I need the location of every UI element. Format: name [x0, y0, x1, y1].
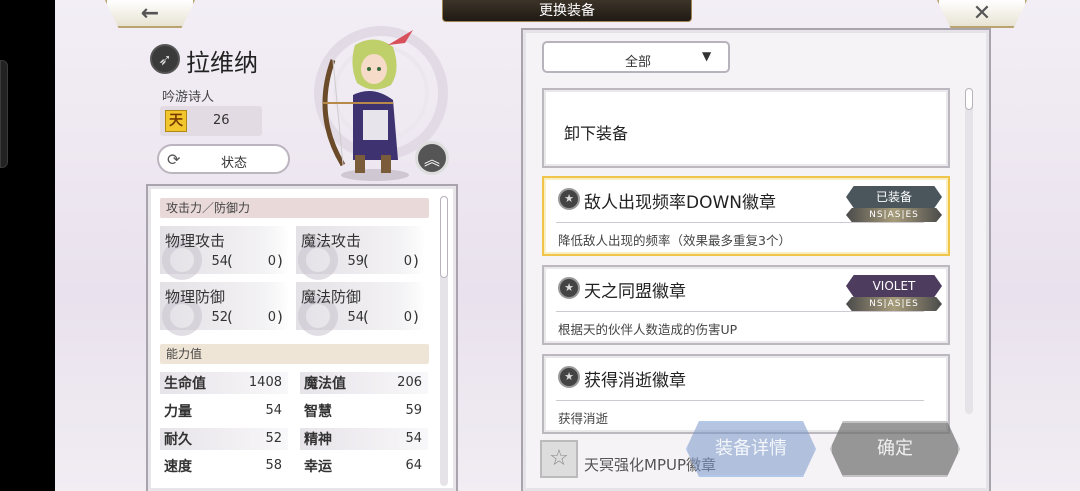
ability-hp: 生命值 1408 [164, 371, 282, 395]
stat-bonus: 0 [267, 310, 276, 325]
status-button[interactable]: ⟳ 状态 [157, 144, 290, 174]
stat-base: 52 [211, 310, 228, 325]
ability-value: 54 [265, 403, 282, 418]
stat-label: 魔法攻击 [301, 232, 362, 250]
ability-value: 59 [405, 403, 422, 418]
status-button-label: 状态 [221, 156, 248, 171]
paren-close: ) [277, 308, 283, 326]
ability-str: 力量 54 [164, 399, 282, 423]
ability-mp: 魔法值 206 [304, 371, 422, 395]
bow-class-icon: ➶ [150, 44, 180, 74]
equipment-scrollbar[interactable] [965, 88, 973, 414]
paren-close: ) [413, 308, 419, 326]
ability-label: 力量 [164, 404, 192, 420]
paren-close: ) [413, 252, 419, 270]
unequip-label: 卸下装备 [564, 124, 629, 143]
paren-close: ) [277, 252, 283, 270]
expand-button[interactable]: ︽ [415, 141, 449, 175]
ability-label: 精神 [304, 432, 332, 448]
star-badge-icon: ★ [558, 366, 580, 388]
item-name: 敌人出现频率DOWN徽章 [584, 193, 776, 213]
ability-value: 206 [397, 375, 422, 390]
level-box: 天 26 [160, 106, 262, 136]
item-name: 获得消逝徽章 [584, 371, 686, 391]
ability-spd: 速度 58 [164, 454, 282, 478]
stat-bonus: 0 [403, 254, 412, 269]
ability-value: 58 [265, 458, 282, 473]
stat-label: 物理攻击 [165, 232, 226, 250]
stat-bonus: 0 [403, 310, 412, 325]
magic-defense-cell: 魔法防御 54 ( 0 ) [296, 282, 426, 336]
item-name: 天之同盟徽章 [584, 282, 686, 302]
character-level: 26 [213, 113, 230, 128]
ability-value: 64 [405, 458, 422, 473]
double-chevron-up-icon: ︽ [423, 150, 440, 169]
ability-value: 52 [265, 431, 282, 446]
divider [556, 222, 924, 223]
character-class: 吟游诗人 [162, 90, 215, 105]
ability-label: 速度 [164, 459, 192, 475]
attack-defense-header: 攻击力／防御力 [160, 198, 429, 218]
star-outline-icon: ☆ [540, 440, 578, 478]
item-description: 根据天的伙伴人数造成的伤害UP [558, 322, 738, 337]
divider [556, 400, 924, 401]
stat-base: 59 [347, 254, 364, 269]
stats-scroll-thumb[interactable] [440, 196, 448, 278]
divider [556, 311, 924, 312]
ability-wis: 智慧 59 [304, 399, 422, 423]
character-name: 拉维纳 [186, 49, 258, 77]
unequip-button[interactable]: 卸下装备 [542, 88, 950, 168]
paren-open: ( [363, 308, 369, 326]
star-badge-icon: ★ [558, 188, 580, 210]
equipment-detail-button[interactable]: 装备详情 [686, 421, 816, 477]
page-title: 更换装备 [442, 0, 692, 22]
stat-base: 54 [347, 310, 364, 325]
equip-item-card[interactable]: ★ 敌人出现频率DOWN徽章 已装备 NS|AS|ES 降低敌人出现的频率（效果… [542, 176, 950, 256]
item-description: 获得消逝 [558, 411, 609, 426]
paren-open: ( [363, 252, 369, 270]
equipped-tag: 已装备 [846, 186, 942, 208]
item-description: 降低敌人出现的频率（效果最多重复3个） [558, 233, 791, 248]
ability-vit: 耐久 52 [164, 427, 282, 451]
back-button[interactable]: ← [105, 0, 195, 28]
ability-label: 生命值 [164, 376, 206, 392]
device-notch [0, 60, 8, 168]
ability-value: 54 [405, 431, 422, 446]
magic-attack-cell: 魔法攻击 59 ( 0 ) [296, 226, 426, 280]
ability-label: 智慧 [304, 404, 332, 420]
stat-bonus: 0 [267, 254, 276, 269]
rank-icon: 天 [165, 110, 187, 132]
device-left-bezel [0, 0, 55, 491]
equipment-scroll-thumb[interactable] [965, 88, 973, 110]
close-button[interactable]: ✕ [937, 0, 1027, 28]
paren-open: ( [227, 308, 233, 326]
physical-attack-cell: 物理攻击 54 ( 0 ) [160, 226, 290, 280]
stat-base: 54 [211, 254, 228, 269]
ability-luk: 幸运 64 [304, 454, 422, 478]
slot-tag: NS|AS|ES [846, 297, 942, 311]
refresh-icon: ⟳ [167, 150, 181, 169]
filter-dropdown[interactable]: 全部 ▼ [542, 41, 730, 73]
stat-label: 物理防御 [165, 288, 226, 306]
ability-label: 耐久 [164, 432, 192, 448]
ability-value: 1408 [248, 375, 282, 390]
stat-label: 魔法防御 [301, 288, 362, 306]
ability-label: 幸运 [304, 459, 332, 475]
close-icon: ✕ [972, 0, 992, 26]
back-arrow-icon: ← [140, 0, 160, 26]
ability-header: 能力值 [160, 344, 429, 364]
triangle-down-icon: ▼ [702, 49, 712, 63]
confirm-button[interactable]: 确定 [830, 421, 960, 477]
physical-defense-cell: 物理防御 52 ( 0 ) [160, 282, 290, 336]
ability-spi: 精神 54 [304, 427, 422, 451]
violet-tag: VIOLET [846, 275, 942, 297]
equip-item-card[interactable]: ★ 天之同盟徽章 VIOLET NS|AS|ES 根据天的伙伴人数造成的伤害UP [542, 265, 950, 345]
star-badge-icon: ★ [558, 277, 580, 299]
paren-open: ( [227, 252, 233, 270]
ability-label: 魔法值 [304, 376, 346, 392]
slot-tag: NS|AS|ES [846, 208, 942, 222]
